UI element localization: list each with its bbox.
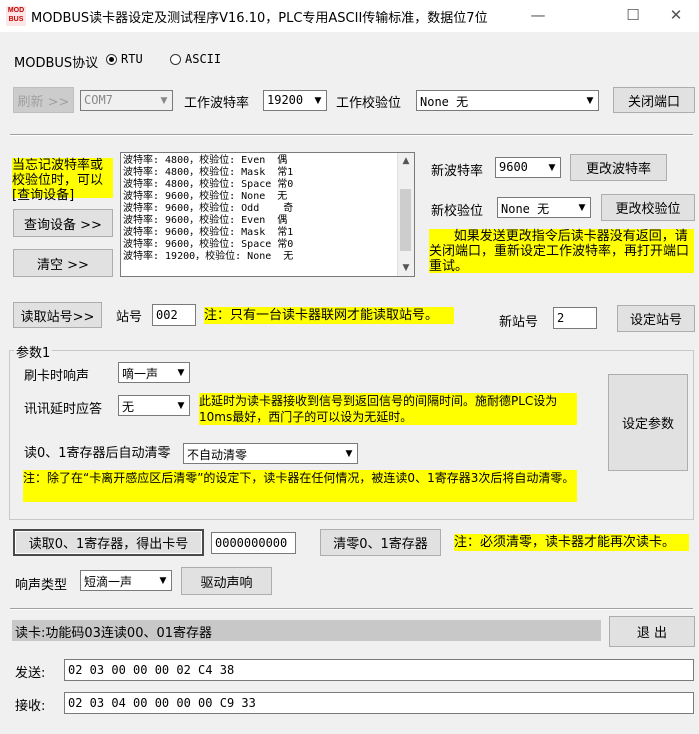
new-baud-label: 新波特率 [431,164,484,179]
station-input[interactable]: 002 [152,304,196,326]
baud-select[interactable]: 19200 ▼ [263,90,327,111]
set-station-button[interactable]: 设定站号 [617,305,695,332]
set-params-button[interactable]: 设定参数 [608,374,688,471]
scrollbar[interactable]: ▲ ▼ [397,153,414,276]
autoclear-select[interactable]: 不自动清零 ▼ [183,443,358,464]
scan-result-item[interactable]: 波特率: 4800，校验位: Even 偶 [123,155,293,167]
chevron-up-icon[interactable]: ▲ [398,153,414,169]
drive-sound-button[interactable]: 驱动声响 [181,567,272,595]
register-note: 注：必须清零，读卡器才能再次读卡。 [454,534,689,551]
clear-button[interactable]: 清空 >> [13,249,113,277]
chevron-down-icon: ▼ [173,363,189,382]
delay-note: 此延时为读卡器接收到信号到返回信号的间隔时间。施耐德PLC设为10ms最好，西门… [199,393,577,425]
new-parity-label: 新校验位 [431,204,484,219]
title-bar: MOD BUS MODBUS读卡器设定及测试程序V16.10，PLC专用ASCI… [0,0,699,32]
parity-label: 工作校验位 [336,96,402,111]
chevron-down-icon: ▼ [173,396,189,415]
change-baud-button[interactable]: 更改波特率 [570,154,667,181]
scan-result-item[interactable]: 波特率: 9600，校验位: Even 偶 [123,215,293,227]
read-register-button[interactable]: 读取0、1寄存器，得出卡号 [13,529,204,556]
scan-result-item[interactable]: 波特率: 9600，校验位: Odd 奇 [123,203,293,215]
divider [10,608,693,610]
baud-label: 工作波特率 [184,96,250,111]
autoclear-label: 读0、1寄存器后自动清零 [24,446,171,461]
parity-select[interactable]: None 无 ▼ [416,90,599,111]
app-icon: MOD BUS [6,6,26,26]
new-parity-value: None 无 [501,202,550,216]
chevron-down-icon: ▼ [310,91,326,110]
new-parity-select[interactable]: None 无 ▼ [497,197,591,218]
new-station-input[interactable]: 2 [553,307,597,329]
exit-button[interactable]: 退 出 [609,616,695,647]
chevron-down-icon: ▼ [156,91,172,110]
close-icon[interactable]: ✕ [653,0,699,32]
chevron-down-icon: ▼ [544,158,560,177]
scan-result-item[interactable]: 波特率: 4800，校验位: Space 常0 [123,179,293,191]
autoclear-note: 注：除了在“卡离开感应区后清零”的设定下，读卡器在任何情况，被连读0、1寄存器3… [23,470,577,502]
maximize-icon[interactable]: ☐ [610,0,656,32]
baud-value: 19200 [267,93,304,107]
clear-register-button[interactable]: 清零0、1寄存器 [320,529,441,556]
scan-result-item[interactable]: 波特率: 19200，校验位: None 无 [123,251,293,263]
scan-result-item[interactable]: 波特率: 9600，校验位: None 无 [123,191,293,203]
status-bar: 读卡:功能码03连读00、01寄存器 [12,620,601,641]
autoclear-value: 不自动清零 [187,448,248,462]
delay-select[interactable]: 无 ▼ [118,395,190,416]
query-device-button[interactable]: 查询设备 >> [13,209,113,237]
ascii-radio[interactable] [170,54,181,65]
beep-value: 嘀一声 [122,367,159,381]
scan-result-item[interactable]: 波特率: 9600，校验位: Mask 常1 [123,227,293,239]
delay-value: 无 [122,400,135,414]
rtu-label[interactable]: RTU [121,52,143,66]
receive-field[interactable]: 02 03 04 00 00 00 00 C9 33 [64,692,694,714]
new-station-label: 新站号 [499,315,539,330]
station-label: 站号 [116,310,143,325]
scan-result-item[interactable]: 波特率: 4800，校验位: Mask 常1 [123,167,293,179]
refresh-button[interactable]: 刷新 >> [13,87,74,113]
change-parity-button[interactable]: 更改校验位 [601,194,695,221]
chevron-down-icon: ▼ [582,91,598,110]
port-select[interactable]: COM7 ▼ [80,90,173,111]
new-baud-select[interactable]: 9600 ▼ [495,157,561,178]
chevron-down-icon: ▼ [341,444,357,463]
scan-result-item[interactable]: 波特率: 9600，校验位: Space 常0 [123,239,293,251]
beep-label: 刷卡时响声 [24,369,90,384]
scan-hint: 当忘记波特率或校验位时，可以[查询设备] [12,158,113,203]
send-field[interactable]: 02 03 00 00 00 02 C4 38 [64,659,694,681]
card-number-field[interactable]: 0000000000 [211,532,296,554]
chevron-down-icon: ▼ [155,571,171,590]
window-title: MODBUS读卡器设定及测试程序V16.10，PLC专用ASCII传输标准，数据… [31,11,488,26]
params-group-label: 参数1 [14,342,53,361]
rtu-radio[interactable] [106,54,117,65]
new-baud-value: 9600 [499,160,528,174]
scroll-thumb[interactable] [400,189,411,251]
sound-type-label: 响声类型 [15,578,68,593]
delay-label: 讯讯延时应答 [24,402,103,417]
ascii-label[interactable]: ASCII [185,52,221,66]
read-station-button[interactable]: 读取站号>> [13,302,102,328]
status-text: 读卡:功能码03连读00、01寄存器 [15,626,213,641]
protocol-label: MODBUS协议 [14,56,99,71]
chevron-down-icon: ▼ [574,198,590,217]
chevron-down-icon[interactable]: ▼ [398,260,414,276]
scan-results-text: 波特率: 4800，校验位: Even 偶波特率: 4800，校验位: Mask… [123,155,293,263]
sound-type-select[interactable]: 短滴一声 ▼ [80,570,172,591]
minimize-icon[interactable]: — [515,0,561,32]
send-label: 发送: [15,666,46,681]
scan-results-list[interactable]: 波特率: 4800，校验位: Even 偶波特率: 4800，校验位: Mask… [120,152,415,277]
receive-label: 接收: [15,699,46,714]
change-note: 如果发送更改指令后读卡器没有返回，请关闭端口，重新设定工作波特率，再打开端口重试… [429,229,694,274]
station-note: 注：只有一台读卡器联网才能读取站号。 [204,307,454,324]
close-port-button[interactable]: 关闭端口 [613,87,695,113]
beep-select[interactable]: 嘀一声 ▼ [118,362,190,383]
parity-value: None 无 [420,95,469,109]
port-value: COM7 [84,93,113,107]
divider [10,134,693,136]
sound-type-value: 短滴一声 [84,575,133,589]
